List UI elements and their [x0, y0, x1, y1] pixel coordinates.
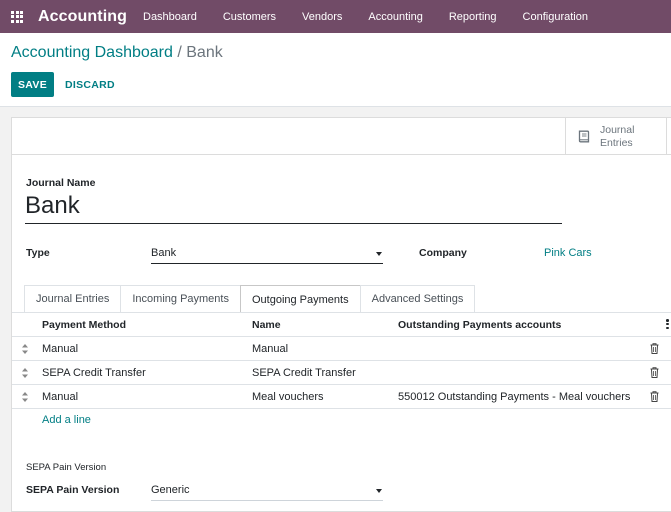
- top-navbar: Accounting Dashboard Customers Vendors A…: [0, 0, 671, 33]
- tab-outgoing-payments[interactable]: Outgoing Payments: [239, 285, 361, 313]
- sepa-pain-version-label: SEPA Pain Version: [26, 484, 120, 496]
- menu-vendors[interactable]: Vendors: [302, 11, 342, 23]
- column-header-name[interactable]: Name: [252, 319, 281, 331]
- table-row[interactable]: Manual Meal vouchers 550012 Outstanding …: [12, 385, 671, 409]
- journal-name-input[interactable]: Bank: [25, 190, 562, 224]
- menu-reporting[interactable]: Reporting: [449, 11, 497, 23]
- breadcrumb-separator: /: [177, 44, 182, 61]
- menu-accounting[interactable]: Accounting: [368, 11, 422, 23]
- type-select[interactable]: Bank: [151, 245, 383, 264]
- cell-payment-method[interactable]: Manual: [42, 391, 78, 403]
- cell-name[interactable]: Manual: [252, 343, 288, 355]
- trash-icon[interactable]: [650, 391, 659, 402]
- company-link[interactable]: Pink Cars: [544, 247, 592, 259]
- apps-grid-icon[interactable]: [11, 10, 25, 23]
- smart-button-line2: Entries: [600, 136, 633, 149]
- add-line-link[interactable]: Add a line: [42, 414, 91, 426]
- smart-button-line1: Journal: [600, 123, 635, 136]
- book-icon: [578, 130, 590, 143]
- journal-name-label: Journal Name: [26, 177, 96, 189]
- smart-button-label: Journal Entries: [600, 124, 634, 150]
- column-header-payment-method[interactable]: Payment Method: [42, 319, 126, 331]
- drag-handle-icon[interactable]: [22, 344, 28, 354]
- caret-down-icon: [376, 489, 382, 493]
- table-row[interactable]: Manual Manual: [12, 337, 671, 361]
- trash-icon[interactable]: [650, 343, 659, 354]
- table-header: Payment Method Name Outstanding Payments…: [12, 313, 671, 337]
- sepa-pain-version-select[interactable]: Generic: [151, 482, 383, 501]
- cell-account[interactable]: 550012 Outstanding Payments - Meal vouch…: [398, 391, 630, 403]
- journal-entries-smart-button[interactable]: Journal Entries: [565, 118, 667, 155]
- save-button[interactable]: SAVE: [11, 72, 54, 97]
- sepa-section-title: SEPA Pain Version: [26, 462, 107, 473]
- cell-payment-method[interactable]: SEPA Credit Transfer: [42, 367, 146, 379]
- tab-journal-entries[interactable]: Journal Entries: [24, 285, 122, 312]
- drag-handle-icon[interactable]: [22, 392, 28, 402]
- tab-advanced-settings[interactable]: Advanced Settings: [359, 285, 476, 312]
- cell-name[interactable]: SEPA Credit Transfer: [252, 367, 356, 379]
- company-label: Company: [419, 247, 467, 259]
- notebook-tabs: Journal Entries Incoming Payments Outgoi…: [24, 285, 476, 313]
- trash-icon[interactable]: [650, 367, 659, 378]
- menu-dashboard[interactable]: Dashboard: [143, 11, 197, 23]
- button-box: Journal Entries: [12, 118, 671, 155]
- app-brand[interactable]: Accounting: [38, 8, 127, 26]
- breadcrumb: Accounting Dashboard / Bank: [11, 44, 223, 62]
- cell-name[interactable]: Meal vouchers: [252, 391, 324, 403]
- tab-incoming-payments[interactable]: Incoming Payments: [120, 285, 241, 312]
- breadcrumb-parent[interactable]: Accounting Dashboard: [11, 44, 173, 61]
- menu-configuration[interactable]: Configuration: [523, 11, 588, 23]
- menu-customers[interactable]: Customers: [223, 11, 276, 23]
- drag-handle-icon[interactable]: [22, 368, 28, 378]
- column-options-icon[interactable]: [666, 319, 669, 329]
- discard-button[interactable]: DISCARD: [65, 72, 115, 97]
- caret-down-icon: [376, 252, 382, 256]
- column-header-outstanding-accounts[interactable]: Outstanding Payments accounts: [398, 319, 561, 331]
- type-select-value: Bank: [151, 247, 177, 259]
- sepa-select-value: Generic: [151, 484, 190, 496]
- type-label: Type: [26, 247, 50, 259]
- table-row[interactable]: SEPA Credit Transfer SEPA Credit Transfe…: [12, 361, 671, 385]
- breadcrumb-current: Bank: [186, 44, 223, 61]
- form-sheet: Journal Entries Journal Name Bank Type B…: [11, 117, 671, 512]
- cell-payment-method[interactable]: Manual: [42, 343, 78, 355]
- control-panel: Accounting Dashboard / Bank SAVE DISCARD: [0, 33, 671, 107]
